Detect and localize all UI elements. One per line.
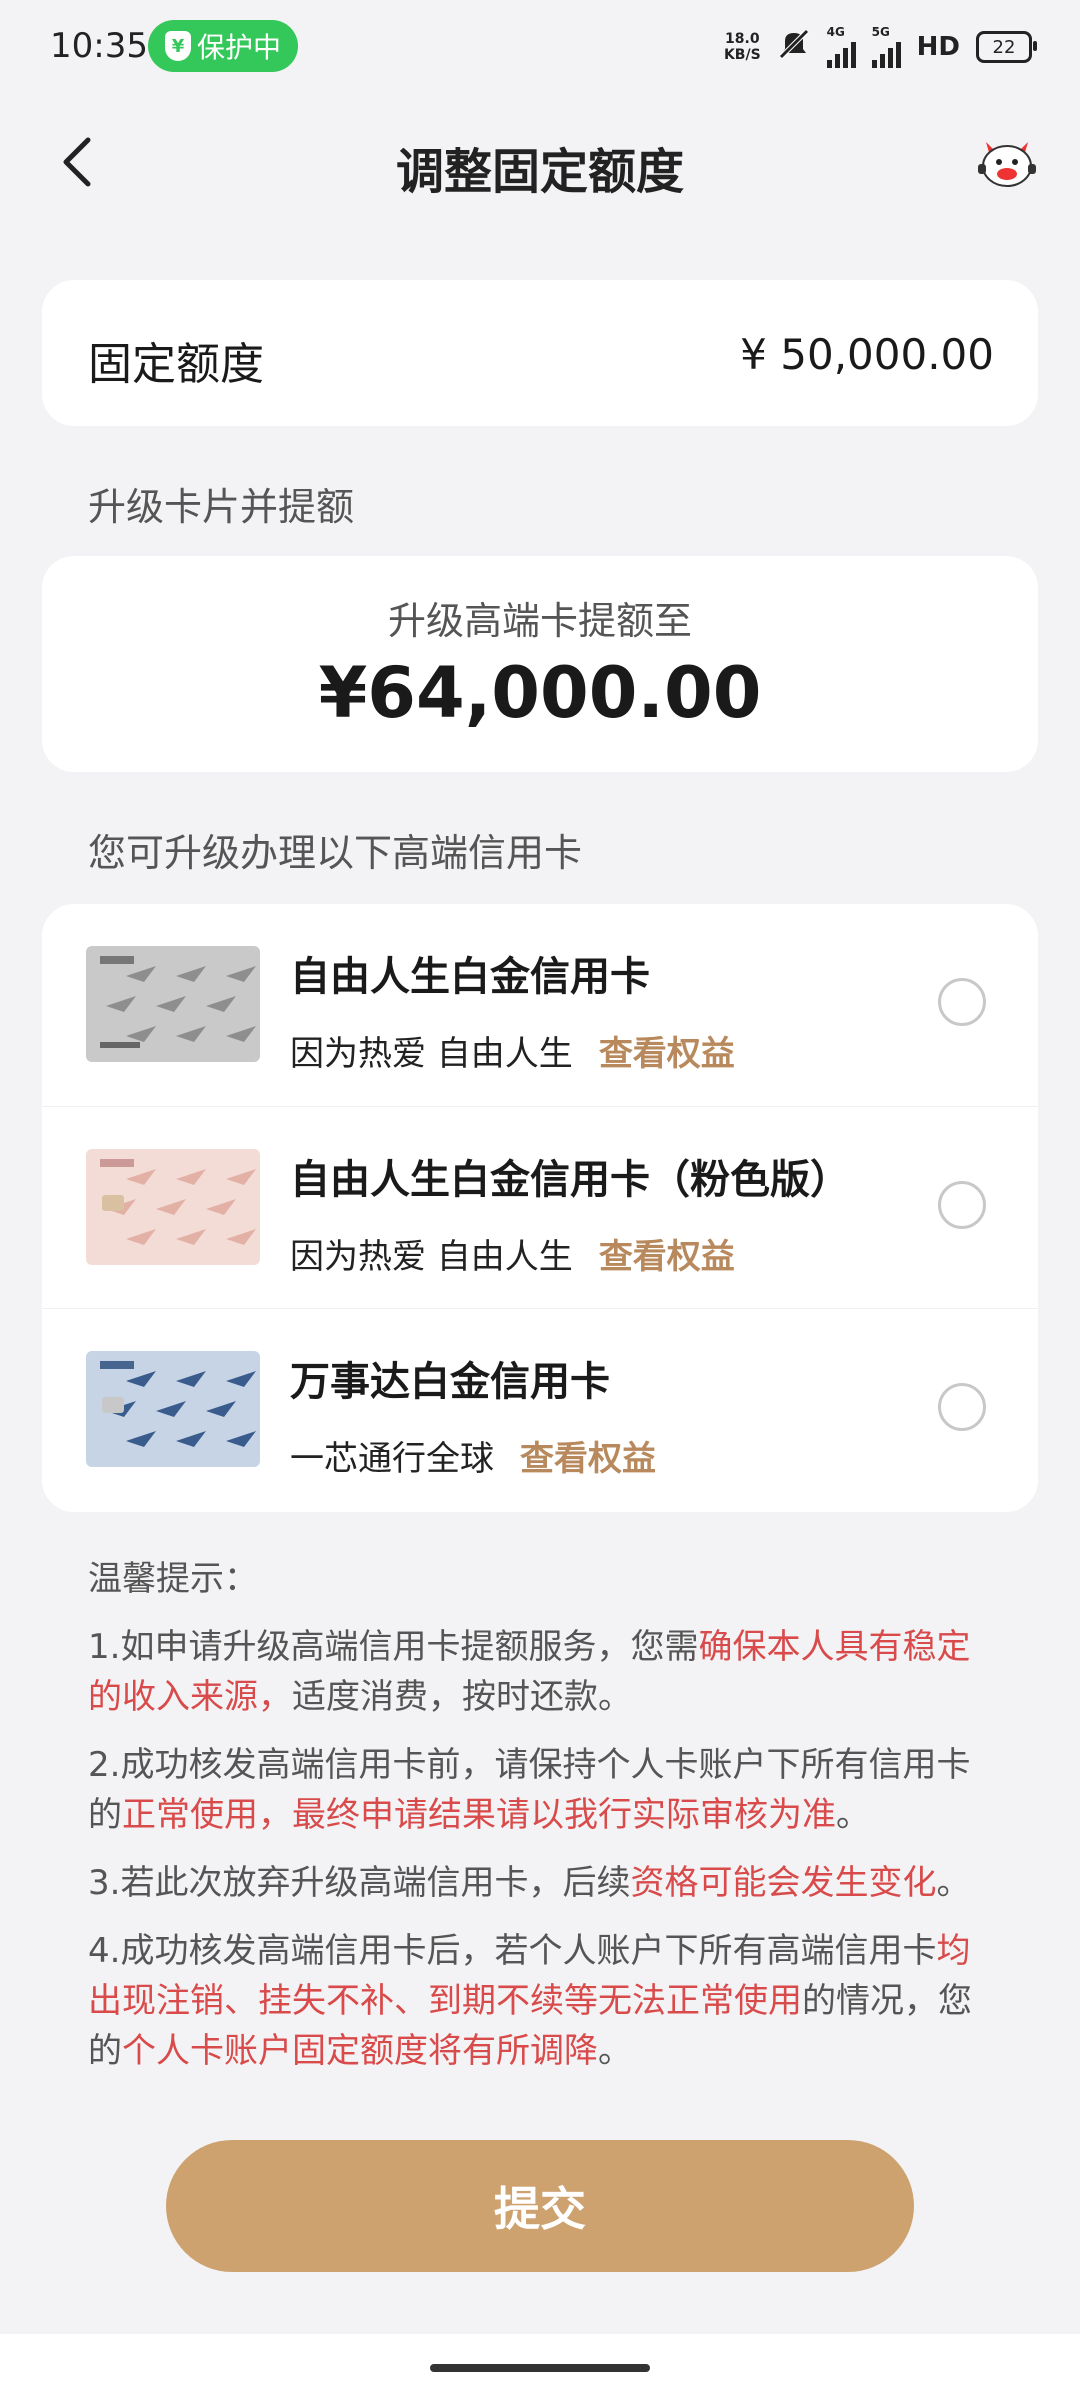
status-bar: 10:35 ¥ 保护中 18.0 KB/S 4G 5G HD 22 (0, 0, 1080, 96)
tip-item-3: 3.若此次放弃升级高端信用卡，后续资格可能会发生变化。 (88, 1858, 998, 1908)
signal-4g-icon: 4G (826, 25, 856, 68)
home-indicator[interactable] (430, 2364, 650, 2372)
view-benefits-link[interactable]: 查看权益 (599, 1229, 735, 1278)
tip-item-2: 2.成功核发高端信用卡前，请保持个人卡账户下所有信用卡的正常使用，最终申请结果请… (88, 1740, 998, 1840)
tip-text: 4.成功核发高端信用卡后，若个人账户下所有高端信用卡 (88, 1931, 937, 1971)
signal-5g-label: 5G (871, 25, 890, 39)
status-time: 10:35 (50, 26, 148, 66)
mute-icon (777, 27, 811, 67)
card-description: 因为热爱 自由人生 查看权益 (290, 1026, 735, 1075)
card-tagline: 因为热爱 自由人生 (290, 1237, 573, 1277)
tip-emphasis: 正常使用，最终申请结果请以我行实际审核为准 (122, 1795, 836, 1835)
tip-emphasis: 个人卡账户固定额度将有所调降 (122, 2031, 598, 2071)
tip-text: 。 (836, 1795, 870, 1835)
assistant-mascot-icon (978, 142, 1036, 187)
card-option-pink[interactable]: 自由人生白金信用卡（粉色版） 因为热爱 自由人生 查看权益 (42, 1106, 1038, 1309)
radio-unchecked-icon[interactable] (938, 1383, 986, 1431)
card-name: 自由人生白金信用卡 (290, 954, 650, 1000)
battery-icon: 22 (976, 31, 1037, 63)
card-image-silver (86, 946, 260, 1062)
tips-section: 温馨提示： 1.如申请升级高端信用卡提额服务，您需确保本人具有稳定的收入来源，适… (88, 1554, 998, 2094)
submit-button[interactable]: 提交 (166, 2140, 914, 2272)
network-speed-value: 18.0 (725, 31, 760, 47)
status-indicators: 18.0 KB/S 4G 5G HD 22 (724, 25, 1037, 68)
hd-voice-icon: HD (916, 32, 960, 62)
page-title: 调整固定额度 (395, 144, 684, 200)
card-tagline: 一芯通行全球 (290, 1439, 494, 1479)
cards-section-label: 您可升级办理以下高端信用卡 (88, 831, 583, 875)
network-speed-unit: KB/S (723, 47, 761, 63)
card-options-list: 自由人生白金信用卡 因为热爱 自由人生 查看权益 自由人生白金信用卡（粉色版） … (42, 904, 1038, 1512)
tip-text: 适度消费，按时还款。 (292, 1677, 632, 1717)
tip-item-1: 1.如申请升级高端信用卡提额服务，您需确保本人具有稳定的收入来源，适度消费，按时… (88, 1622, 998, 1722)
card-description: 一芯通行全球 查看权益 (290, 1431, 656, 1480)
network-speed: 18.0 KB/S (724, 31, 761, 63)
protection-badge[interactable]: ¥ 保护中 (148, 20, 298, 72)
protection-label: 保护中 (196, 31, 281, 64)
fixed-limit-label: 固定额度 (88, 339, 264, 390)
card-option-blue[interactable]: 万事达白金信用卡 一芯通行全球 查看权益 (42, 1308, 1038, 1511)
fixed-limit-value: ¥ 50,000.00 (740, 330, 994, 379)
card-name: 自由人生白金信用卡（粉色版） (290, 1157, 850, 1203)
tips-title: 温馨提示： (88, 1559, 258, 1599)
tip-text: 。 (936, 1863, 971, 1903)
upgrade-amount-value: ¥64,000.00 (318, 652, 762, 734)
upgrade-amount-title: 升级高端卡提额至 (387, 599, 692, 643)
card-tagline: 因为热爱 自由人生 (290, 1034, 573, 1074)
tip-text: 。 (598, 2031, 632, 2071)
signal-5g-icon: 5G (871, 25, 901, 68)
fixed-limit-card: 固定额度 ¥ 50,000.00 (42, 280, 1038, 426)
system-nav-bar (0, 2334, 1080, 2400)
nav-bar: 调整固定额度 (0, 110, 1080, 220)
card-name: 万事达白金信用卡 (290, 1359, 610, 1405)
card-option-silver[interactable]: 自由人生白金信用卡 因为热爱 自由人生 查看权益 (42, 904, 1038, 1106)
view-benefits-link[interactable]: 查看权益 (520, 1431, 656, 1480)
tip-text: 1.如申请升级高端信用卡提额服务，您需 (88, 1627, 699, 1667)
tip-emphasis: 资格可能会发生变化 (630, 1863, 937, 1903)
card-image-blue (86, 1351, 260, 1467)
tip-item-4: 4.成功核发高端信用卡后，若个人账户下所有高端信用卡均出现注销、挂失不补、到期不… (88, 1926, 998, 2076)
tip-text: 3.若此次放弃升级高端信用卡，后续 (88, 1863, 631, 1903)
radio-unchecked-icon[interactable] (938, 1181, 986, 1229)
radio-unchecked-icon[interactable] (938, 978, 986, 1026)
view-benefits-link[interactable]: 查看权益 (599, 1026, 735, 1075)
shield-yen-icon: ¥ (164, 31, 191, 61)
assistant-mascot-button[interactable] (972, 134, 1042, 194)
signal-4g-label: 4G (826, 25, 845, 39)
card-image-pink (86, 1149, 260, 1265)
upgrade-amount-card: 升级高端卡提额至 ¥64,000.00 (42, 556, 1038, 772)
upgrade-section-label: 升级卡片并提额 (88, 485, 355, 529)
card-description: 因为热爱 自由人生 查看权益 (290, 1229, 735, 1278)
battery-level: 22 (992, 36, 1016, 58)
